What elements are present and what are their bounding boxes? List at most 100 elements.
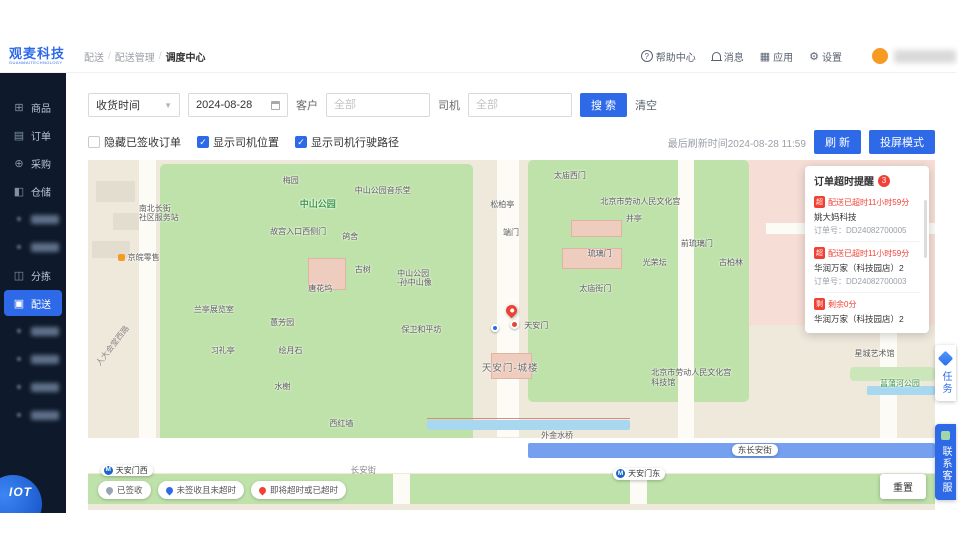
metro-icon <box>616 469 626 479</box>
hide-signed-checkbox[interactable]: 隐藏已签收订单 <box>88 134 181 150</box>
driver-label: 司机 <box>438 100 460 112</box>
overtime-order-item[interactable]: 超配送已超时11小时59分 姚大妈科技 订单号：DD24082700005 <box>814 191 920 242</box>
main-content: 收货时间 ▼ 2024-08-28 客户 司机 搜 索 清空 隐藏已签收订单 显… <box>66 73 935 513</box>
map-label-text: 光荣坛 <box>642 258 667 267</box>
sidebar-item-purchase[interactable]: ⊕ 采购 <box>0 149 66 177</box>
overtime-count-badge: 3 <box>878 174 890 187</box>
task-tab-label: 任务 <box>940 371 951 395</box>
map-label: 水榭 <box>274 382 290 392</box>
redacted-label <box>31 326 59 336</box>
customer-input[interactable] <box>326 93 430 117</box>
map-label-text: 井亭 <box>625 214 642 224</box>
breadcrumb-item[interactable]: 配送 <box>84 49 104 64</box>
map-label-text: 绘月石 <box>278 345 303 355</box>
map-label: 南北长街 社区服务站 <box>139 204 179 223</box>
map-label-text: 菖蒲河公园 <box>879 378 920 388</box>
nanchang-street-road <box>138 160 156 440</box>
redacted-icon: ● <box>15 353 23 365</box>
building-block <box>96 181 135 202</box>
sidebar-item-sorting[interactable]: ◫ 分拣 <box>0 261 66 289</box>
map-label: 西红墙 <box>329 419 353 429</box>
map-label-text: 北京市劳动人民文化宫 <box>600 196 681 206</box>
nav-item-question[interactable]: 帮助中心 <box>640 49 696 64</box>
map-label: 太庙西门 <box>554 171 586 181</box>
customer-label: 客户 <box>296 100 318 112</box>
map-label-text: 北京市劳动人民文化宫 科技馆 <box>651 368 732 387</box>
task-side-tab[interactable]: 任务 <box>935 345 956 401</box>
overtime-order-item[interactable]: 超配送已超时11小时59分 华润万家（科技园店）2 订单号：DD2408270000… <box>814 242 920 293</box>
map-label-text: 太庙街门 <box>579 284 612 294</box>
checkbox-unchecked-icon <box>88 136 100 148</box>
map-label: 菖蒲河公园 <box>880 379 920 389</box>
sidebar-item-redacted[interactable]: ● <box>0 345 66 373</box>
sidebar-item-redacted[interactable]: ● <box>0 401 66 429</box>
avatar[interactable] <box>872 48 888 64</box>
gear-icon <box>809 50 819 63</box>
breadcrumb-item[interactable]: 配送管理 <box>115 49 155 64</box>
goods-icon: ⊞ <box>14 101 24 114</box>
sidebar-item-redacted[interactable]: ● <box>0 233 66 261</box>
map-label: 太庙街门 <box>579 284 611 294</box>
map-label: 京皖零售 <box>117 253 160 263</box>
app-logo[interactable]: 观麦科技 GUANMAITECHNOLOGY <box>0 47 72 65</box>
driver-location-marker[interactable] <box>491 323 500 332</box>
overtime-panel-header: 订单超时提醒 3 <box>814 173 920 188</box>
map-label-text: 琉璃门 <box>587 249 612 259</box>
clear-button[interactable]: 清空 <box>635 97 657 113</box>
map-label: 天安门-城楼 <box>482 363 539 374</box>
map-label-text: 兰亭展览室 <box>193 305 234 315</box>
sidebar-item-redacted[interactable]: ● <box>0 317 66 345</box>
refresh-button[interactable]: 刷 新 <box>813 130 861 154</box>
show-driver-pos-checkbox[interactable]: 显示司机位置 <box>197 134 279 150</box>
show-driver-pos-label: 显示司机位置 <box>213 137 279 149</box>
toolbar-right: 最后刷新时间2024-08-28 11:59 刷 新 投屏模式 <box>668 130 935 154</box>
sidebar-item-orders[interactable]: ▤ 订单 <box>0 121 66 149</box>
time-type-select[interactable]: 收货时间 ▼ <box>88 93 180 117</box>
map-label-text: 中山公园 <box>299 198 336 209</box>
question-icon <box>640 50 653 62</box>
map-legend: 已签收 未签收且未超时 即将超时或已超时 <box>98 481 347 499</box>
calendar-icon <box>271 100 280 110</box>
date-picker[interactable]: 2024-08-28 <box>188 93 288 117</box>
map-reset-button[interactable]: 重置 <box>880 474 926 499</box>
map-label-text: 中山公园音乐堂 <box>354 186 411 196</box>
orders-icon: ▤ <box>13 129 25 142</box>
driver-input[interactable] <box>468 93 572 117</box>
sidebar-item-warehouse[interactable]: ◧ 仓储 <box>0 177 66 205</box>
sidebar-footer: IOT <box>0 463 66 513</box>
map-label: 鸽舍 <box>342 232 358 242</box>
map-label: 北京市劳动人民文化宫 科技馆 <box>651 368 731 387</box>
breadcrumb-item[interactable]: 调度中心 <box>166 49 206 64</box>
search-button[interactable]: 搜 索 <box>580 93 628 117</box>
sidebar-item-delivery[interactable]: ▣ 配送 <box>4 290 62 316</box>
breadcrumb: 配送 / 配送管理 / 调度中心 <box>84 49 206 64</box>
nav-item-bell[interactable]: 消息 <box>710 49 744 64</box>
sidebar-item-label: 仓储 <box>31 187 51 199</box>
nav-item-gear[interactable]: 设置 <box>809 49 842 64</box>
apps-icon <box>760 50 770 63</box>
sidebar-item-goods[interactable]: ⊞ 商品 <box>0 93 66 121</box>
support-icon <box>941 431 950 440</box>
sidebar-item-redacted[interactable]: ● <box>0 205 66 233</box>
nav-item-apps[interactable]: 应用 <box>760 49 793 64</box>
overtime-item-status-row: 剩剩余0分 <box>814 298 920 310</box>
panel-scrollbar[interactable] <box>924 200 927 258</box>
map-label: 人大会堂西路 <box>94 324 131 368</box>
nav-item-label: 消息 <box>723 52 744 64</box>
top-nav: 帮助中心 消息 应用 设置 <box>640 49 868 64</box>
redacted-icon: ● <box>15 213 23 225</box>
warehouse-icon: ◧ <box>13 185 25 198</box>
date-value: 2024-08-28 <box>196 99 253 111</box>
map-label-text: 故宫入口西侧门 <box>270 226 327 236</box>
map-label-text: 古柏林 <box>719 258 743 267</box>
map-label: 蕙芳园 <box>270 318 294 328</box>
contact-support-side-tab[interactable]: 联系客服 <box>935 424 956 500</box>
purchase-icon: ⊕ <box>14 157 24 170</box>
cast-mode-button[interactable]: 投屏模式 <box>869 130 935 154</box>
show-driver-path-checkbox[interactable]: 显示司机行驶路径 <box>295 134 399 150</box>
overtime-item-list: 超配送已超时11小时59分 姚大妈科技 订单号：DD24082700005 超配送已超… <box>814 191 920 330</box>
sidebar-item-redacted[interactable]: ● <box>0 373 66 401</box>
map-label-text: 外金水桥 <box>541 431 574 441</box>
dispatch-map[interactable]: 梅园 中山公园音乐堂 太庙西门 北京市劳动人民文化宫 井亭 南北长街 社区服务站 中山公园 松… <box>88 160 935 510</box>
overtime-order-item[interactable]: 剩剩余0分 华润万家（科技园店）2 <box>814 293 920 330</box>
